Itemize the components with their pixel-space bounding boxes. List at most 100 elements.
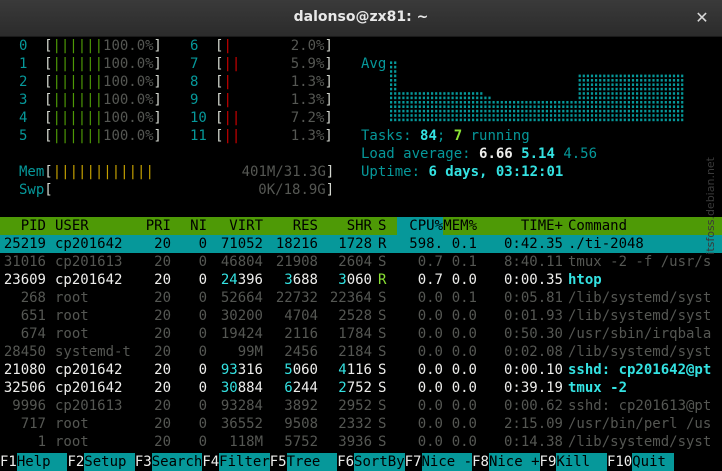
graph-dot [476,92,479,95]
column-header-ni[interactable]: NI [180,217,207,235]
cell-ni: 0 [198,434,207,450]
process-row[interactable]: 25219 cp201642 20 0 71052 18216 1728 R 598. 0.1 0:… [0,235,722,253]
function-key-f1[interactable]: F1 [0,453,17,471]
graph-dot [488,118,491,122]
process-row[interactable]: 32506 cp201642 20 0 30884 6244 2752 S 0.0 0.0 0:39… [0,379,722,397]
graph-dot [672,74,676,78]
graph-dot [590,96,594,100]
cpu-percent: 5.9% [290,56,325,72]
graph-dot [636,105,639,108]
column-header-mem-[interactable]: MEM% [441,217,477,235]
function-label-sortby[interactable]: SortBy [354,453,405,471]
graph-dot [541,114,544,117]
graph-dot [672,79,676,82]
column-header-virt[interactable]: VIRT [215,217,263,235]
graph-dot [582,101,585,104]
column-header-command[interactable]: Command [568,217,718,235]
function-key-f10[interactable]: F10 [606,453,633,471]
cell-res: 5752 [284,434,318,450]
graph-dot [414,92,417,95]
function-key-f2[interactable]: F2 [67,453,85,471]
graph-dot [668,79,671,82]
column-header-pri[interactable]: PRI [138,217,171,235]
process-row[interactable]: 28450 systemd-t 20 0 99M 2456 2184 S 0.0 0.0 0:02.… [0,343,722,361]
cell-cmd: /usr/bin/perl /us [568,416,712,432]
column-header-s[interactable]: S [378,217,391,235]
graph-dot [627,109,630,113]
graph-dot [447,96,450,100]
process-row[interactable]: 717 root 20 0 36552 9508 2332 S 0.0 0.0 2:15.09/us… [0,415,722,433]
function-label-search[interactable]: Search [151,453,203,471]
column-header-user[interactable]: USER [55,217,135,235]
function-key-f5[interactable]: F5 [269,453,287,471]
graph-dot [578,74,581,78]
cpu-id: 10 [190,110,207,126]
function-label-help[interactable]: Help [16,453,68,471]
process-row[interactable]: 31016 cp201613 20 0 46804 21908 2604 S 0.7 0.1 8:4… [0,253,722,271]
cell-pid: 23609 [3,272,46,288]
cpu-percent: 100.0% [103,74,154,90]
graph-dot [640,109,643,113]
process-row[interactable]: 651 root 20 0 30200 4704 2528 S 0.0 0.0 0:01.93/li… [0,307,722,325]
function-key-f4[interactable]: F4 [202,453,220,471]
title-bar[interactable]: dalonso@zx81: ~ ✕ [0,0,722,37]
graph-dot [648,109,651,113]
column-header-res[interactable]: RES [272,217,318,235]
function-key-f6[interactable]: F6 [337,453,355,471]
graph-dot [677,92,680,95]
cell-cpu: 0.0 [417,398,443,414]
close-icon[interactable]: ✕ [692,8,712,28]
cpu-meter-11: 11 [|| 1.3%] [190,128,333,144]
graph-dot [406,105,409,108]
graph-dot [545,118,548,122]
cell-cmd: sshd: cp201642@pt [568,362,712,378]
graph-dot [623,105,626,108]
graph-dot [537,101,540,104]
column-header-shr[interactable]: SHR [326,217,372,235]
graph-dot [414,114,417,117]
cpu-id: 9 [190,92,199,108]
graph-dot [672,109,676,113]
cpu-meter-2: 2 [||||||100.0%] [19,74,162,90]
function-key-f7[interactable]: F7 [404,453,422,471]
graph-dot [492,105,495,108]
graph-dot [627,74,630,78]
column-header-cpu-[interactable]: CPU% [397,217,443,235]
process-row[interactable]: 268 root 20 0 52664 22732 22364 S 0.0 0.1 0:05.81 /… [0,289,722,307]
graph-dot [402,92,405,95]
function-label-kill[interactable]: Kill [556,453,607,471]
graph-dot [668,96,671,100]
graph-dot [578,87,581,91]
graph-dot [677,79,680,82]
column-header-pid[interactable]: PID [0,217,46,235]
graph-dot [660,83,663,86]
graph-dot [496,109,499,113]
cell-user: root [55,290,89,306]
terminal-window: dalonso@zx81: ~ ✕ 0 [||||||100.0%] 1 [|||||… [0,0,722,471]
process-row[interactable]: 9996 cp201613 20 0 93284 3892 2952 S 0.0 0.0 0:00.… [0,397,722,415]
cell-pri: 20 [154,236,171,252]
process-header[interactable]: PID USER PRI NI VIRT RES SHR S CPU% MEM% TIME+ Comm… [0,217,722,235]
graph-dot [390,87,393,91]
graph-dot [545,101,548,104]
function-label-nice-[interactable]: Nice + [488,453,540,471]
function-key-f9[interactable]: F9 [539,453,557,471]
graph-dot [623,96,626,100]
function-key-f8[interactable]: F8 [472,453,489,471]
column-header-time-[interactable]: TIME+ [488,217,563,235]
graph-dot [435,118,438,122]
process-row[interactable]: 674 root 20 0 19424 2116 1784 S 0.0 0.0 0:50.30/us… [0,325,722,343]
function-label-filter[interactable]: Filter [219,453,270,471]
function-label-quit[interactable]: Quit [632,453,675,471]
process-row[interactable]: 1 root 20 0 118M 5752 3936 S 0.0 0.0 0:14.38/lib/s… [0,433,722,451]
graph-dot [402,109,405,113]
cell-pid: 21080 [3,362,46,378]
function-label-tree[interactable]: Tree [286,453,338,471]
function-label-nice-[interactable]: Nice - [421,453,473,471]
process-row[interactable]: 21080 cp201642 20 0 93316 5060 4116 S 0.0 0.0 0:00… [0,361,722,379]
process-row[interactable]: 23609 cp201642 20 0 24396 3688 3060 R 0.7 0.0 0:00… [0,271,722,289]
function-key-f3[interactable]: F3 [134,453,152,471]
function-label-setup[interactable]: Setup [84,453,135,471]
graph-dot [636,101,639,104]
graph-dot [447,114,450,117]
